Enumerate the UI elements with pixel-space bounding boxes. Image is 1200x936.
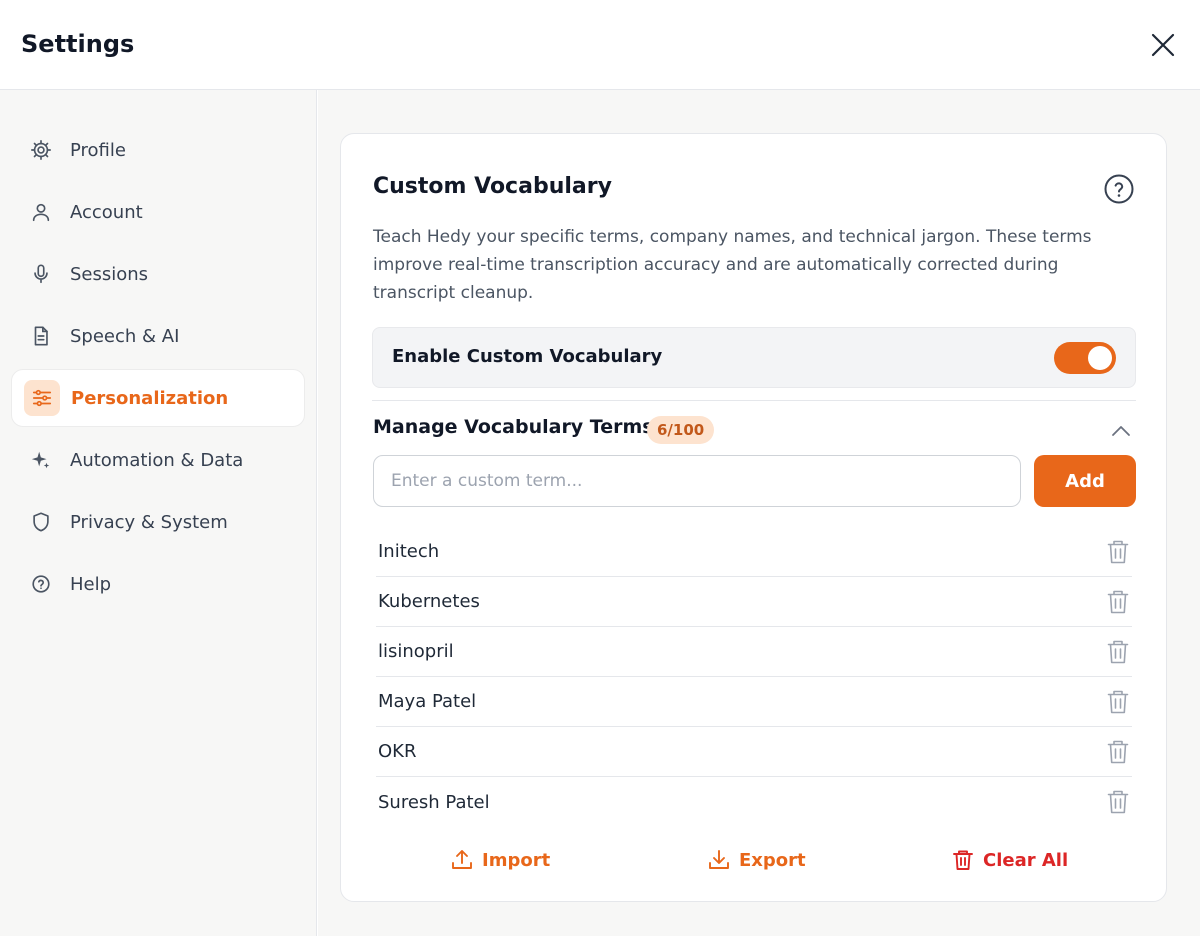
toggle-knob — [1088, 346, 1112, 370]
term-row: Kubernetes — [376, 577, 1132, 627]
sidebar-item-personalization[interactable]: Personalization — [11, 369, 305, 427]
download-icon — [709, 850, 729, 869]
term-text: Maya Patel — [378, 691, 477, 712]
upload-icon — [452, 850, 472, 869]
card-title: Custom Vocabulary — [373, 174, 612, 199]
shield-icon — [23, 504, 59, 540]
import-label: Import — [482, 849, 551, 871]
clear-all-label: Clear All — [983, 849, 1069, 871]
sidebar-item-label: Profile — [70, 139, 126, 161]
term-text: Initech — [378, 541, 440, 562]
sidebar-item-privacy-system[interactable]: Privacy & System — [11, 493, 305, 551]
clear-all-button[interactable]: Clear All — [951, 842, 1068, 878]
delete-term-icon[interactable] — [1106, 639, 1130, 665]
question-circle-icon — [23, 566, 59, 602]
card-description: Teach Hedy your specific terms, company … — [373, 227, 1092, 303]
sidebar-item-label: Help — [70, 573, 112, 595]
sidebar-item-automation-data[interactable]: Automation & Data — [11, 431, 305, 489]
sliders-icon — [24, 380, 60, 416]
export-label: Export — [739, 849, 806, 871]
trash-icon — [953, 850, 973, 870]
sidebar-item-profile[interactable]: Profile — [11, 121, 305, 179]
sidebar-item-label: Speech & AI — [70, 325, 180, 347]
gear-icon — [23, 132, 59, 168]
term-text: lisinopril — [378, 641, 454, 662]
user-icon — [23, 194, 59, 230]
sidebar-item-sessions[interactable]: Sessions — [11, 245, 305, 303]
vocabulary-actions: Import Export Clear All — [341, 842, 1168, 878]
delete-term-icon[interactable] — [1106, 539, 1130, 565]
term-count-badge: 6/100 — [647, 416, 715, 444]
term-text: Suresh Patel — [378, 791, 490, 813]
term-row: Maya Patel — [376, 677, 1132, 727]
enable-vocabulary-row: Enable Custom Vocabulary — [372, 327, 1136, 388]
sidebar-item-label: Privacy & System — [70, 511, 228, 533]
toggle-label: Enable Custom Vocabulary — [392, 346, 663, 367]
term-row: lisinopril — [376, 627, 1132, 677]
settings-header: Settings — [0, 0, 1200, 90]
vocabulary-term-list: Initech Kubernetes lisinopril Maya Patel OKR… — [376, 527, 1132, 827]
help-icon[interactable] — [1103, 173, 1135, 205]
close-icon[interactable] — [1148, 30, 1178, 60]
sidebar-item-label: Sessions — [70, 263, 149, 285]
microphone-icon — [23, 256, 59, 292]
sidebar-item-label: Account — [70, 201, 143, 223]
sidebar-item-speech-ai[interactable]: Speech & AI — [11, 307, 305, 365]
custom-term-input[interactable] — [373, 455, 1021, 507]
page-title: Settings — [21, 30, 135, 58]
export-button[interactable]: Export — [707, 842, 806, 878]
term-text: Kubernetes — [378, 591, 480, 612]
chevron-up-icon[interactable] — [1110, 420, 1132, 442]
term-text: OKR — [378, 741, 417, 762]
term-row: OKR — [376, 727, 1132, 777]
sidebar: Profile Account Sessions Speech & AI Per… — [0, 90, 317, 936]
delete-term-icon[interactable] — [1106, 789, 1130, 815]
delete-term-icon[interactable] — [1106, 589, 1130, 615]
delete-term-icon[interactable] — [1106, 689, 1130, 715]
add-term-button[interactable]: Add — [1034, 455, 1136, 507]
delete-term-icon[interactable] — [1106, 739, 1130, 765]
main-content: Custom Vocabulary Teach Hedy your specif… — [318, 90, 1200, 936]
custom-vocabulary-card: Custom Vocabulary Teach Hedy your specif… — [340, 133, 1167, 902]
manage-terms-title: Manage Vocabulary Terms — [373, 416, 654, 438]
sidebar-item-label: Automation & Data — [70, 449, 244, 471]
sidebar-item-account[interactable]: Account — [11, 183, 305, 241]
sparkle-icon — [23, 442, 59, 478]
document-icon — [23, 318, 59, 354]
import-button[interactable]: Import — [450, 842, 550, 878]
enable-vocabulary-toggle[interactable] — [1054, 342, 1116, 374]
divider — [372, 400, 1136, 401]
sidebar-item-help[interactable]: Help — [11, 555, 305, 613]
term-row: Suresh Patel — [376, 777, 1132, 827]
sidebar-item-label: Personalization — [71, 387, 229, 409]
term-row: Initech — [376, 527, 1132, 577]
